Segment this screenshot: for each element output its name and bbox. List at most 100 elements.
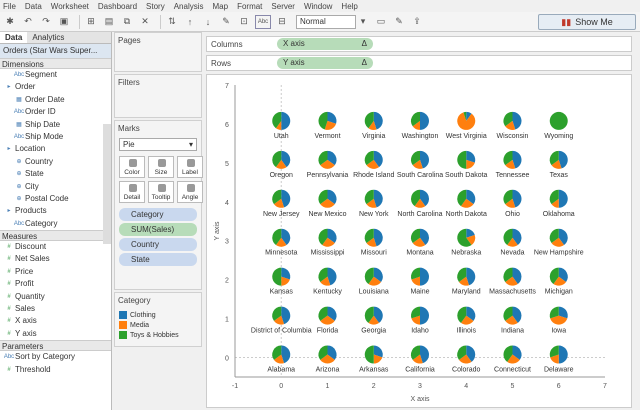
tab-analytics[interactable]: Analytics bbox=[27, 32, 69, 43]
field-postal-code[interactable]: ⊕Postal Code bbox=[0, 193, 111, 205]
field-category[interactable]: AbcCategory bbox=[0, 218, 111, 230]
field-country[interactable]: ⊕Country bbox=[0, 156, 111, 168]
sort-desc-icon[interactable]: ↓ bbox=[201, 15, 215, 29]
state-label: Louisiana bbox=[359, 289, 389, 296]
swap-icon[interactable]: ⇅ bbox=[165, 15, 179, 29]
menu-dashboard[interactable]: Dashboard bbox=[98, 2, 137, 11]
pie-slice[interactable] bbox=[281, 112, 290, 130]
menu-story[interactable]: Story bbox=[146, 2, 165, 11]
presentation-icon[interactable]: ▭ bbox=[374, 15, 388, 29]
pie-slice[interactable] bbox=[550, 112, 568, 130]
datasource-item[interactable]: Orders (Star Wars Super... bbox=[0, 44, 111, 58]
pie-slice[interactable] bbox=[457, 151, 466, 169]
menu-server[interactable]: Server bbox=[271, 2, 295, 11]
chevron-down-icon[interactable]: ▾ bbox=[356, 15, 370, 29]
share-icon[interactable]: ⇪ bbox=[410, 15, 424, 29]
menu-map[interactable]: Map bbox=[213, 2, 229, 11]
field-sales[interactable]: #Sales bbox=[0, 303, 111, 315]
columns-shelf[interactable]: Columns X axisΔ bbox=[206, 36, 632, 52]
legend-item[interactable]: Clothing bbox=[119, 310, 197, 320]
field-threshold[interactable]: #Threshold bbox=[0, 364, 111, 376]
annotate-icon[interactable]: ✎ bbox=[392, 15, 406, 29]
size-mark-button[interactable]: Size bbox=[148, 156, 174, 178]
y-tick-label: 5 bbox=[225, 161, 229, 168]
field-state[interactable]: ⊕State bbox=[0, 168, 111, 180]
redo-icon[interactable]: ↷ bbox=[39, 15, 53, 29]
pie-scatter-chart[interactable]: -10123456701234567X axisY axisUtahVermon… bbox=[207, 75, 631, 407]
tooltip-mark-button[interactable]: Tooltip bbox=[148, 181, 174, 203]
field-type-icon: Abc bbox=[13, 106, 25, 118]
show-me-button[interactable]: ▮▮ Show Me bbox=[538, 14, 636, 30]
new-sheet-icon[interactable]: ▤ bbox=[102, 15, 116, 29]
field-ship-date[interactable]: ▦Ship Date bbox=[0, 119, 111, 131]
field-type-icon: ▸ bbox=[3, 205, 15, 217]
field-products[interactable]: ▸Products bbox=[0, 205, 111, 217]
mark-pill-category[interactable]: Category bbox=[119, 208, 197, 221]
state-label: New Mexico bbox=[308, 211, 346, 218]
menu-format[interactable]: Format bbox=[237, 2, 262, 11]
filters-card[interactable]: Filters bbox=[114, 74, 202, 118]
tab-data[interactable]: Data bbox=[0, 32, 27, 43]
pie-slice[interactable] bbox=[420, 307, 429, 325]
mark-pill-state[interactable]: State bbox=[119, 253, 197, 266]
view-canvas[interactable]: -10123456701234567X axisY axisUtahVermon… bbox=[206, 74, 632, 408]
rows-pill[interactable]: Y axisΔ bbox=[277, 57, 373, 69]
field-ship-mode[interactable]: AbcShip Mode bbox=[0, 131, 111, 143]
field-type-icon: # bbox=[3, 253, 15, 265]
pie-slice[interactable] bbox=[559, 346, 568, 364]
sort-asc-icon[interactable]: ↑ bbox=[183, 15, 197, 29]
clear-sheet-icon[interactable]: ✕ bbox=[138, 15, 152, 29]
menu-analysis[interactable]: Analysis bbox=[174, 2, 204, 11]
save-icon[interactable]: ▣ bbox=[57, 15, 71, 29]
pie-slice[interactable] bbox=[272, 268, 281, 286]
pages-card[interactable]: Pages bbox=[114, 32, 202, 72]
menu-window[interactable]: Window bbox=[304, 2, 332, 11]
legend-swatch bbox=[119, 321, 127, 329]
detail-mark-button[interactable]: Detail bbox=[119, 181, 145, 203]
mark-type-select[interactable]: Pie ▾ bbox=[119, 138, 197, 151]
field-net-sales[interactable]: #Net Sales bbox=[0, 253, 111, 265]
angle-mark-button[interactable]: Angle bbox=[177, 181, 203, 203]
field-quantity[interactable]: #Quantity bbox=[0, 291, 111, 303]
pie-slice[interactable] bbox=[559, 190, 568, 208]
mark-pill-sum-sales[interactable]: SUM(Sales) bbox=[119, 223, 197, 236]
duplicate-sheet-icon[interactable]: ⧉ bbox=[120, 15, 134, 29]
fit-size-select[interactable]: Normal bbox=[296, 15, 356, 29]
menu-data[interactable]: Data bbox=[25, 2, 42, 11]
menu-worksheet[interactable]: Worksheet bbox=[51, 2, 89, 11]
group-icon[interactable]: ⊡ bbox=[237, 15, 251, 29]
field-x-axis[interactable]: #X axis bbox=[0, 315, 111, 327]
pie-slice[interactable] bbox=[420, 268, 429, 286]
labels-icon[interactable]: Abc bbox=[255, 15, 271, 29]
state-label: Kansas bbox=[270, 289, 294, 296]
field-city[interactable]: ⊕City bbox=[0, 181, 111, 193]
field-price[interactable]: #Price bbox=[0, 266, 111, 278]
highlight-icon[interactable]: ✎ bbox=[219, 15, 233, 29]
rows-shelf[interactable]: Rows Y axisΔ bbox=[206, 55, 632, 71]
menu-file[interactable]: File bbox=[3, 2, 16, 11]
tableau-logo-icon[interactable]: ✱ bbox=[3, 15, 17, 29]
field-order[interactable]: ▸Order bbox=[0, 81, 111, 93]
field-order-id[interactable]: AbcOrder ID bbox=[0, 106, 111, 118]
pie-slice[interactable] bbox=[365, 346, 374, 364]
label-mark-button[interactable]: Label bbox=[177, 156, 203, 178]
legend-item[interactable]: Media bbox=[119, 320, 197, 330]
field-profit[interactable]: #Profit bbox=[0, 278, 111, 290]
pie-slice[interactable] bbox=[420, 112, 429, 130]
fix-axes-icon[interactable]: ⊟ bbox=[275, 15, 289, 29]
color-mark-button[interactable]: Color bbox=[119, 156, 145, 178]
menu-help[interactable]: Help bbox=[341, 2, 357, 11]
field-location[interactable]: ▸Location bbox=[0, 143, 111, 155]
legend-item[interactable]: Toys & Hobbies bbox=[119, 330, 197, 340]
mark-pill-country[interactable]: Country bbox=[119, 238, 197, 251]
scrollbar[interactable] bbox=[103, 124, 111, 244]
field-y-axis[interactable]: #Y axis bbox=[0, 328, 111, 340]
field-discount[interactable]: #Discount bbox=[0, 241, 111, 253]
field-order-date[interactable]: ▦Order Date bbox=[0, 94, 111, 106]
x-tick-label: 3 bbox=[418, 383, 422, 390]
field-segment[interactable]: AbcSegment bbox=[0, 69, 111, 81]
field-sort-by-category[interactable]: AbcSort by Category bbox=[0, 351, 111, 363]
new-datasource-icon[interactable]: ⊞ bbox=[84, 15, 98, 29]
undo-icon[interactable]: ↶ bbox=[21, 15, 35, 29]
columns-pill[interactable]: X axisΔ bbox=[277, 38, 373, 50]
